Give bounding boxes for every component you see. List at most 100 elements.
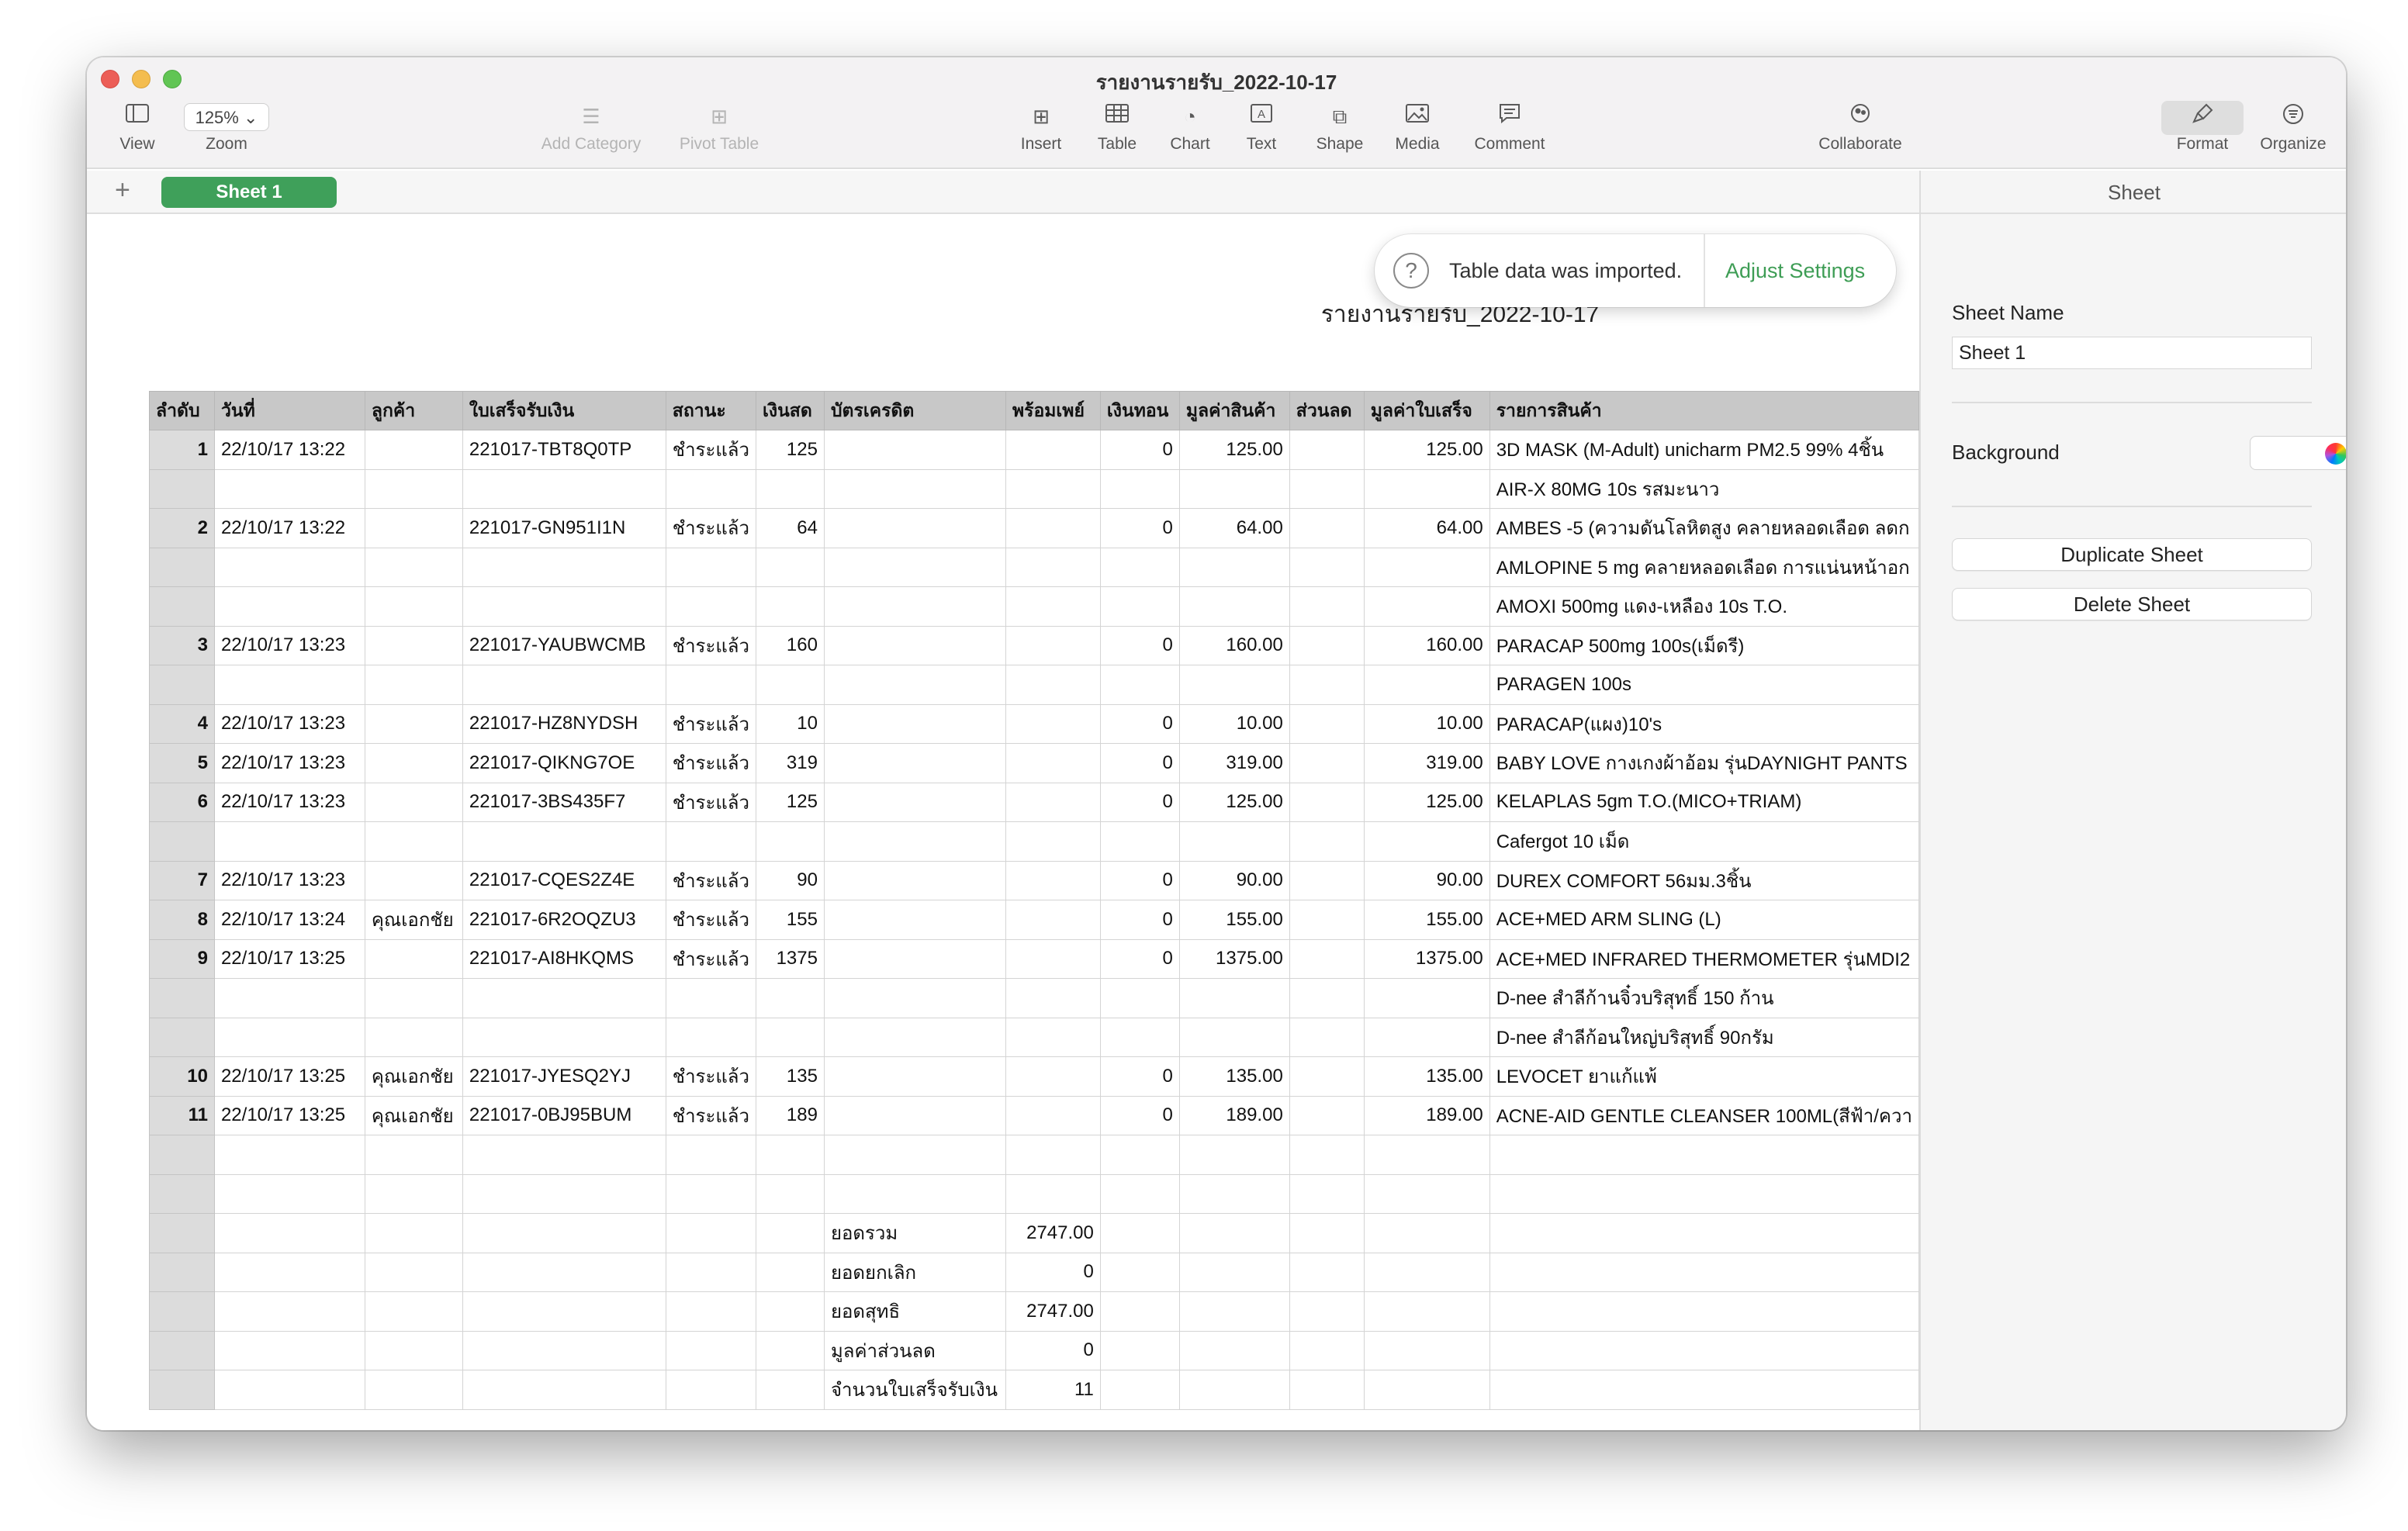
table-cell[interactable] <box>1489 1213 1919 1253</box>
column-header[interactable]: ลำดับ <box>149 391 215 430</box>
table-cell[interactable]: 221017-GN951I1N <box>462 508 666 548</box>
table-cell[interactable] <box>1005 860 1101 900</box>
table-cell[interactable] <box>364 1370 463 1410</box>
collaborate-button[interactable]: Collaborate <box>1798 102 1922 154</box>
table-cell[interactable] <box>364 1330 463 1370</box>
table-cell[interactable] <box>364 978 463 1018</box>
sheet-name-field[interactable]: Sheet 1 <box>1952 337 2312 369</box>
add-sheet-button[interactable]: + <box>115 175 130 206</box>
table-cell[interactable]: ชำระแล้ว <box>665 900 756 940</box>
table-cell[interactable] <box>213 547 365 587</box>
table-cell[interactable]: KELAPLAS 5gm T.O.(MICO+TRIAM) <box>1489 782 1919 822</box>
table-cell[interactable]: 221017-3BS435F7 <box>462 782 666 822</box>
table-cell[interactable] <box>1289 586 1365 627</box>
table-cell[interactable] <box>462 978 666 1018</box>
table-cell[interactable]: 189 <box>755 1095 825 1135</box>
table-cell[interactable]: ชำระแล้ว <box>665 625 756 665</box>
table-cell[interactable]: 64 <box>755 508 825 548</box>
table-cell[interactable] <box>1289 1173 1365 1214</box>
table-cell[interactable]: 221017-6R2OQZU3 <box>462 900 666 940</box>
table-cell[interactable] <box>462 547 666 587</box>
table-cell[interactable]: ยอดสุทธิ <box>823 1291 1006 1332</box>
table-cell[interactable]: 221017-AI8HKQMS <box>462 938 666 979</box>
table-cell[interactable]: 3D MASK (M-Adult) unicharm PM2.5 99% 4ชิ… <box>1489 430 1919 470</box>
table-cell[interactable] <box>1099 821 1180 862</box>
table-cell[interactable] <box>1489 1252 1919 1292</box>
table-cell[interactable] <box>1363 821 1490 862</box>
table-cell[interactable] <box>1178 1252 1290 1292</box>
table-cell[interactable]: 125 <box>755 430 825 470</box>
table-cell[interactable] <box>823 468 1006 509</box>
table-cell[interactable] <box>755 547 825 587</box>
row-index-cell[interactable]: 11 <box>149 1095 215 1135</box>
row-index-cell[interactable]: 2 <box>149 508 215 548</box>
table-cell[interactable] <box>665 1017 756 1057</box>
table-cell[interactable] <box>213 1135 365 1175</box>
row-index-cell[interactable] <box>149 1252 215 1292</box>
table-cell[interactable]: ชำระแล้ว <box>665 508 756 548</box>
comment-button[interactable]: Comment <box>1465 102 1555 154</box>
table-cell[interactable] <box>1005 1095 1101 1135</box>
table-cell[interactable] <box>364 821 463 862</box>
table-cell[interactable]: 2747.00 <box>1005 1291 1101 1332</box>
table-cell[interactable]: 11 <box>1005 1370 1101 1410</box>
color-wheel-icon[interactable] <box>2325 443 2346 465</box>
table-cell[interactable] <box>1289 743 1365 783</box>
table-cell[interactable]: 22/10/17 13:22 <box>213 430 365 470</box>
table-cell[interactable] <box>1178 547 1290 587</box>
column-header[interactable]: ใบเสร็จรับเงิน <box>462 391 666 430</box>
row-index-cell[interactable]: 5 <box>149 743 215 783</box>
table-cell[interactable]: DUREX COMFORT 56มม.3ชิ้น <box>1489 860 1919 900</box>
table-cell[interactable] <box>1178 665 1290 705</box>
table-cell[interactable] <box>665 1252 756 1292</box>
column-header[interactable]: มูลค่าสินค้า <box>1178 391 1290 430</box>
table-cell[interactable] <box>665 665 756 705</box>
table-cell[interactable] <box>1099 468 1180 509</box>
table-cell[interactable] <box>823 938 1006 979</box>
column-header[interactable]: ส่วนลด <box>1289 391 1365 430</box>
table-cell[interactable] <box>755 1173 825 1214</box>
table-cell[interactable] <box>1363 586 1490 627</box>
table-cell[interactable] <box>823 665 1006 705</box>
table-cell[interactable] <box>823 1135 1006 1175</box>
table-cell[interactable] <box>213 1173 365 1214</box>
table-cell[interactable]: 0 <box>1099 430 1180 470</box>
table-cell[interactable] <box>462 1135 666 1175</box>
table-cell[interactable] <box>364 508 463 548</box>
table-cell[interactable]: 10.00 <box>1363 703 1490 744</box>
table-cell[interactable]: ยอดยกเลิก <box>823 1252 1006 1292</box>
table-cell[interactable] <box>665 1213 756 1253</box>
table-cell[interactable]: PARAGEN 100s <box>1489 665 1919 705</box>
row-index-cell[interactable] <box>149 1370 215 1410</box>
table-cell[interactable] <box>823 1173 1006 1214</box>
table-cell[interactable] <box>1289 430 1365 470</box>
table-cell[interactable] <box>364 547 463 587</box>
table-cell[interactable] <box>213 1252 365 1292</box>
table-cell[interactable] <box>462 1252 666 1292</box>
table-cell[interactable] <box>1289 782 1365 822</box>
table-cell[interactable] <box>1289 1017 1365 1057</box>
table-cell[interactable] <box>364 1135 463 1175</box>
table-cell[interactable] <box>1005 1173 1101 1214</box>
table-cell[interactable] <box>665 1370 756 1410</box>
table-cell[interactable] <box>1363 468 1490 509</box>
table-cell[interactable]: 22/10/17 13:22 <box>213 508 365 548</box>
table-cell[interactable] <box>364 665 463 705</box>
table-cell[interactable] <box>1489 1291 1919 1332</box>
add-category-button[interactable]: ☰ Add Category <box>521 102 661 154</box>
table-cell[interactable]: D-nee สำลีก้อนใหญ่บริสุทธิ์ 90กรัม <box>1489 1017 1919 1057</box>
row-index-cell[interactable] <box>149 978 215 1018</box>
table-cell[interactable] <box>364 782 463 822</box>
table-cell[interactable]: คุณเอกชัย <box>364 1056 463 1097</box>
table-cell[interactable]: ยอดรวม <box>823 1213 1006 1253</box>
pivot-table-button[interactable]: ⊞ Pivot Table <box>661 102 777 154</box>
table-cell[interactable]: 0 <box>1099 1056 1180 1097</box>
table-cell[interactable] <box>755 1291 825 1332</box>
table-cell[interactable] <box>1178 586 1290 627</box>
table-cell[interactable] <box>823 900 1006 940</box>
table-cell[interactable]: คุณเอกชัย <box>364 1095 463 1135</box>
table-cell[interactable] <box>364 1213 463 1253</box>
row-index-cell[interactable]: 7 <box>149 860 215 900</box>
table-cell[interactable]: PARACAP(แผง)10's <box>1489 703 1919 744</box>
table-cell[interactable] <box>1363 1213 1490 1253</box>
